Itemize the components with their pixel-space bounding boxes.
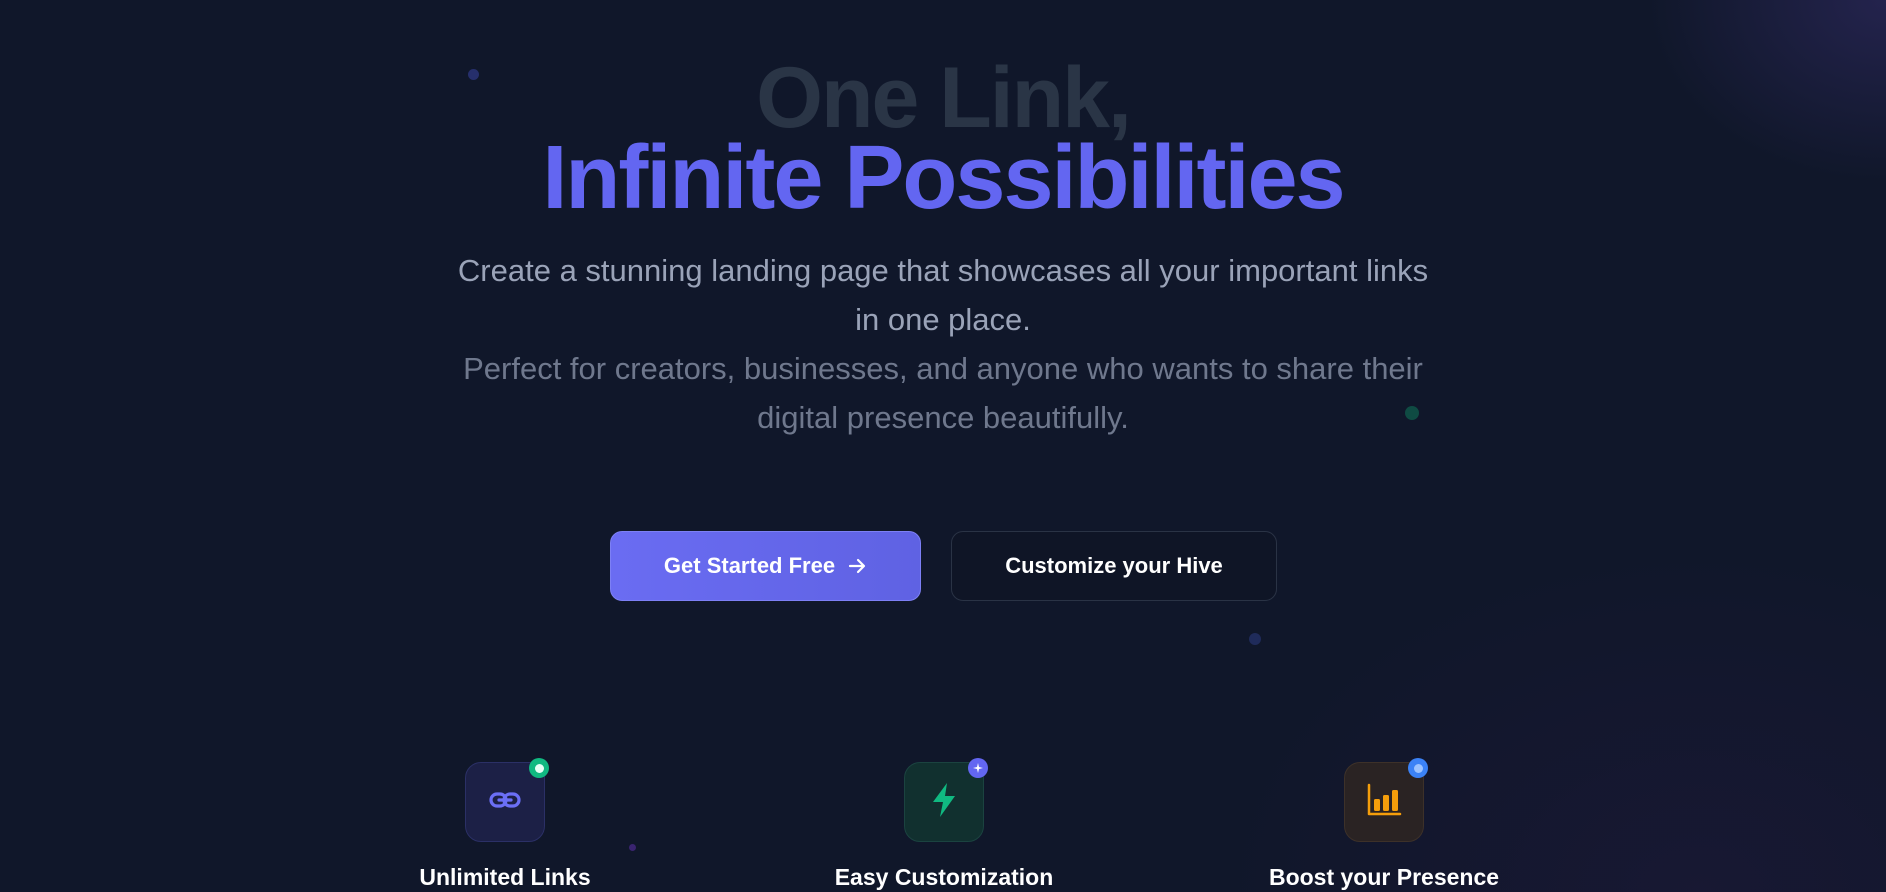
lightning-icon <box>927 781 961 824</box>
decorative-dot <box>1249 633 1261 645</box>
arrow-right-icon <box>847 556 867 576</box>
bar-chart-icon <box>1365 781 1403 824</box>
feature-title: Easy Customization <box>834 864 1054 890</box>
feature-card-easy-customization: Easy Customization <box>794 758 1094 892</box>
customize-hive-label: Customize your Hive <box>1005 553 1223 578</box>
landing-page: One Link, Infinite Possibilities Create … <box>0 0 1886 892</box>
customize-hive-button[interactable]: Customize your Hive <box>951 531 1277 601</box>
hero-title-line-2: Infinite Possibilities <box>542 128 1345 228</box>
status-dot-badge <box>529 758 549 778</box>
feature-title: Boost your Presence <box>1268 864 1500 890</box>
get-started-label: Get Started Free <box>663 553 836 578</box>
hero-subtitle-primary: Create a stunning landing page that show… <box>457 253 1429 337</box>
link-icon <box>487 782 523 823</box>
feature-title: Unlimited Links <box>419 864 591 890</box>
feature-card-unlimited-links: Unlimited Links <box>355 758 655 892</box>
get-started-button[interactable]: Get Started Free <box>610 531 921 601</box>
hero-subtitle-secondary: Perfect for creators, businesses, and an… <box>463 351 1423 435</box>
status-dot-badge <box>1408 758 1428 778</box>
sparkle-badge-icon <box>968 758 988 778</box>
feature-card-boost-presence: Boost your Presence <box>1234 758 1534 892</box>
